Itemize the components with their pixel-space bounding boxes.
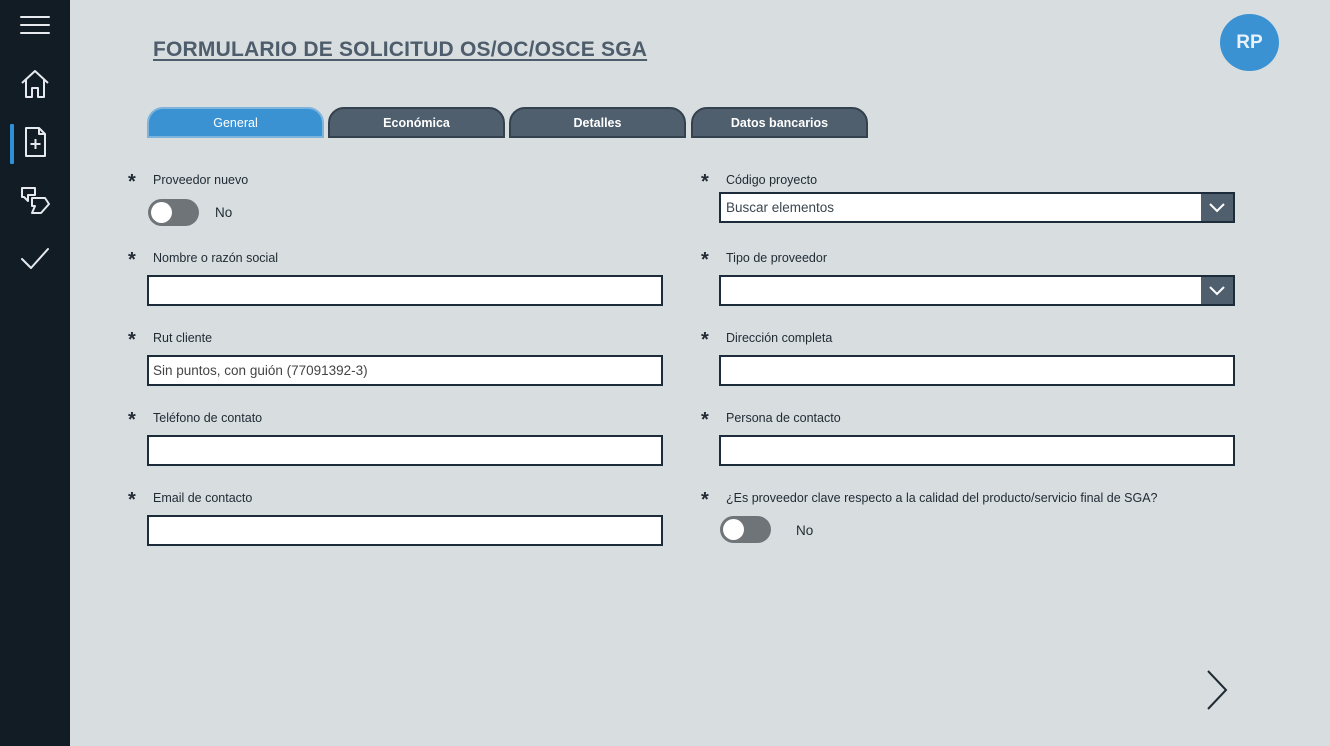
- sidebar-item-completed[interactable]: [0, 234, 70, 286]
- tipo-proveedor-select[interactable]: [719, 275, 1235, 306]
- avatar[interactable]: RP: [1220, 14, 1279, 71]
- chevron-down-icon[interactable]: [1201, 194, 1233, 221]
- tab-economica[interactable]: Económica: [328, 107, 505, 138]
- nombre-input[interactable]: [147, 275, 663, 306]
- codigo-proyecto-value: Buscar elementos: [726, 200, 835, 215]
- required-marker: *: [701, 329, 709, 351]
- proveedor-clave-value: No: [796, 523, 814, 538]
- rut-input[interactable]: [147, 355, 663, 386]
- approvals-icon: [19, 184, 51, 221]
- toggle-knob: [151, 202, 172, 223]
- tab-datos-bancarios[interactable]: Datos bancarios: [691, 107, 868, 138]
- home-icon: [19, 68, 51, 105]
- sidebar-item-home[interactable]: [0, 60, 70, 112]
- rut-label: Rut cliente: [153, 331, 213, 345]
- page-title: FORMULARIO DE SOLICITUD OS/OC/OSCE SGA: [153, 38, 648, 61]
- new-document-icon: [19, 126, 51, 163]
- persona-contacto-input[interactable]: [719, 435, 1235, 466]
- checkmark-icon: [19, 242, 51, 279]
- tab-detalles[interactable]: Detalles: [509, 107, 686, 138]
- direccion-input[interactable]: [719, 355, 1235, 386]
- required-marker: *: [701, 489, 709, 511]
- chevron-down-icon[interactable]: [1201, 277, 1233, 304]
- sidebar-item-new-request[interactable]: [0, 118, 70, 170]
- tab-general[interactable]: General: [147, 107, 324, 138]
- required-marker: *: [128, 489, 136, 511]
- chevron-right-icon: [1198, 670, 1238, 716]
- proveedor-nuevo-label: Proveedor nuevo: [153, 173, 249, 187]
- menu-icon: [19, 10, 51, 47]
- required-marker: *: [128, 171, 136, 193]
- telefono-label: Teléfono de contato: [153, 411, 263, 425]
- next-page-button[interactable]: [1198, 668, 1238, 712]
- proveedor-nuevo-value: No: [215, 205, 233, 220]
- required-marker: *: [701, 171, 709, 193]
- required-marker: *: [128, 249, 136, 271]
- telefono-input[interactable]: [147, 435, 663, 466]
- nombre-label: Nombre o razón social: [153, 251, 279, 265]
- proveedor-nuevo-toggle[interactable]: [148, 199, 199, 226]
- direccion-label: Dirección completa: [726, 331, 833, 345]
- tipo-proveedor-label: Tipo de proveedor: [726, 251, 827, 265]
- menu-button[interactable]: [0, 2, 70, 54]
- required-marker: *: [701, 249, 709, 271]
- codigo-proyecto-label: Código proyecto: [726, 173, 818, 187]
- proveedor-clave-label: ¿Es proveedor clave respecto a la calida…: [726, 491, 1158, 505]
- sidebar: [0, 0, 70, 746]
- persona-contacto-label: Persona de contacto: [726, 411, 841, 425]
- email-label: Email de contacto: [153, 491, 253, 505]
- codigo-proyecto-select[interactable]: Buscar elementos: [719, 192, 1235, 223]
- proveedor-clave-toggle[interactable]: [720, 516, 771, 543]
- sidebar-item-approvals[interactable]: [0, 176, 70, 228]
- required-marker: *: [128, 409, 136, 431]
- toggle-knob: [723, 519, 744, 540]
- email-input[interactable]: [147, 515, 663, 546]
- required-marker: *: [701, 409, 709, 431]
- required-marker: *: [128, 329, 136, 351]
